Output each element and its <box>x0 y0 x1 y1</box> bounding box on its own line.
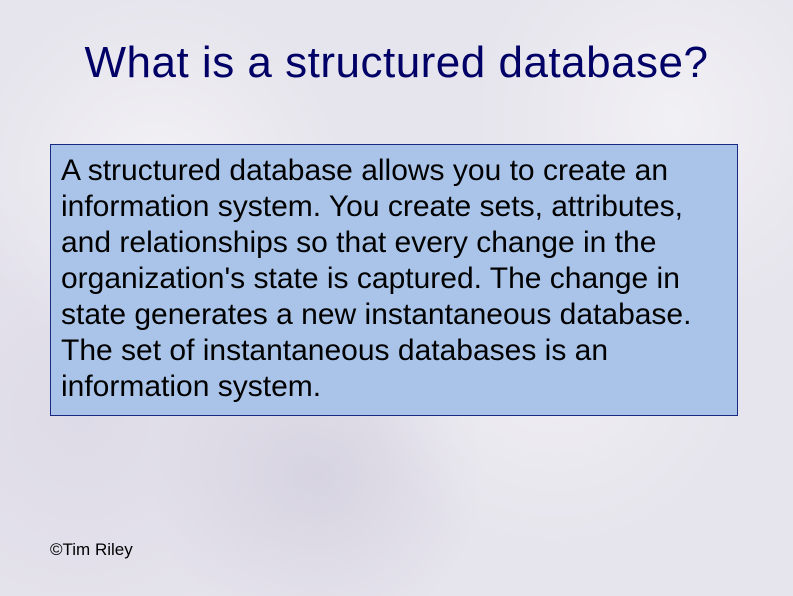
slide-body-text: A structured database allows you to crea… <box>61 153 727 405</box>
content-box: A structured database allows you to crea… <box>50 144 738 416</box>
slide-title: What is a structured database? <box>0 38 793 88</box>
copyright-text: ©Tim Riley <box>50 540 133 560</box>
